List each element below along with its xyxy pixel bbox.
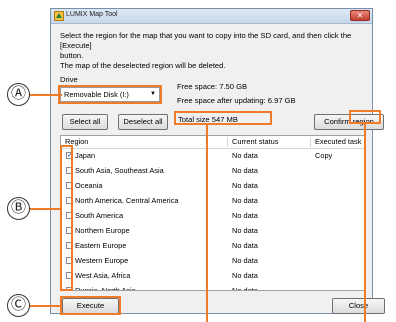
column-header-status[interactable]: Current status xyxy=(232,136,278,148)
free-space-after-text: Free space after updating: 6.97 GB xyxy=(177,96,296,105)
region-status: No data xyxy=(232,181,258,190)
table-row[interactable]: North America, Central America No data xyxy=(61,194,365,209)
map-tool-window: LUMIX Map Tool ✕ Select the region for t… xyxy=(50,8,385,314)
region-task: Copy xyxy=(315,151,333,160)
table-row[interactable]: South America No data xyxy=(61,209,365,224)
region-name: Russia, North Asia xyxy=(75,286,136,291)
region-name: North America, Central America xyxy=(75,196,179,205)
region-status: No data xyxy=(232,151,258,160)
region-name: Eastern Europe xyxy=(75,241,127,250)
table-row[interactable]: Western Europe No data xyxy=(61,254,365,269)
table-row[interactable]: Northern Europe No data xyxy=(61,224,365,239)
callout-b-highlight xyxy=(60,145,73,291)
region-status: No data xyxy=(232,226,258,235)
region-status: No data xyxy=(232,211,258,220)
confirm-region-leader xyxy=(364,124,366,322)
callout-a-marker: Ⓐ xyxy=(7,83,30,106)
table-row[interactable]: Russia, North Asia No data xyxy=(61,284,365,291)
table-row[interactable]: West Asia, Africa No data xyxy=(61,269,365,284)
region-name: Oceania xyxy=(75,181,103,190)
select-all-button[interactable]: Select all xyxy=(62,114,108,130)
window-title: LUMIX Map Tool xyxy=(66,11,118,18)
region-status: No data xyxy=(232,286,258,291)
region-name: South America xyxy=(75,211,124,220)
callout-c-marker: Ⓒ xyxy=(7,294,30,317)
drive-label: Drive xyxy=(60,75,78,84)
region-status: No data xyxy=(232,196,258,205)
close-icon[interactable]: ✕ xyxy=(350,10,370,21)
region-name: West Asia, Africa xyxy=(75,271,131,280)
column-header-task[interactable]: Executed task xyxy=(315,136,361,148)
instructions-line: Select the region for the map that you w… xyxy=(60,31,352,50)
instructions-text: Select the region for the map that you w… xyxy=(60,31,366,71)
column-divider[interactable] xyxy=(227,137,228,147)
instructions-line: button. xyxy=(60,51,84,60)
callout-a-highlight xyxy=(58,85,162,104)
map-icon xyxy=(54,11,64,21)
region-name: Western Europe xyxy=(75,256,129,265)
list-header: Region Current status Executed task xyxy=(61,136,365,149)
region-status: No data xyxy=(232,241,258,250)
callout-b-leader xyxy=(29,208,60,210)
column-divider[interactable] xyxy=(310,137,311,147)
close-button[interactable]: Close xyxy=(332,298,385,314)
region-list: Region Current status Executed task ✓ Jap… xyxy=(60,135,366,291)
region-name: Northern Europe xyxy=(75,226,130,235)
title-bar: LUMIX Map Tool ✕ xyxy=(51,9,372,24)
region-name: South Asia, Southeast Asia xyxy=(75,166,164,175)
free-space-text: Free space: 7.50 GB xyxy=(177,82,248,91)
total-size-highlight xyxy=(174,111,272,125)
table-row[interactable]: ✓ Japan No data Copy xyxy=(61,149,365,164)
total-size-leader xyxy=(206,125,208,322)
callout-c-highlight xyxy=(60,296,121,315)
table-row[interactable]: Eastern Europe No data xyxy=(61,239,365,254)
region-name: Japan xyxy=(75,151,96,160)
table-row[interactable]: Oceania No data xyxy=(61,179,365,194)
instructions-line: The map of the deselected region will be… xyxy=(60,61,226,70)
deselect-all-button[interactable]: Deselect all xyxy=(118,114,168,130)
region-status: No data xyxy=(232,256,258,265)
table-row[interactable]: South Asia, Southeast Asia No data xyxy=(61,164,365,179)
region-status: No data xyxy=(232,166,258,175)
callout-b-marker: Ⓑ xyxy=(7,197,30,220)
region-status: No data xyxy=(232,271,258,280)
confirm-region-highlight xyxy=(349,110,381,124)
callout-c-leader xyxy=(29,305,62,307)
